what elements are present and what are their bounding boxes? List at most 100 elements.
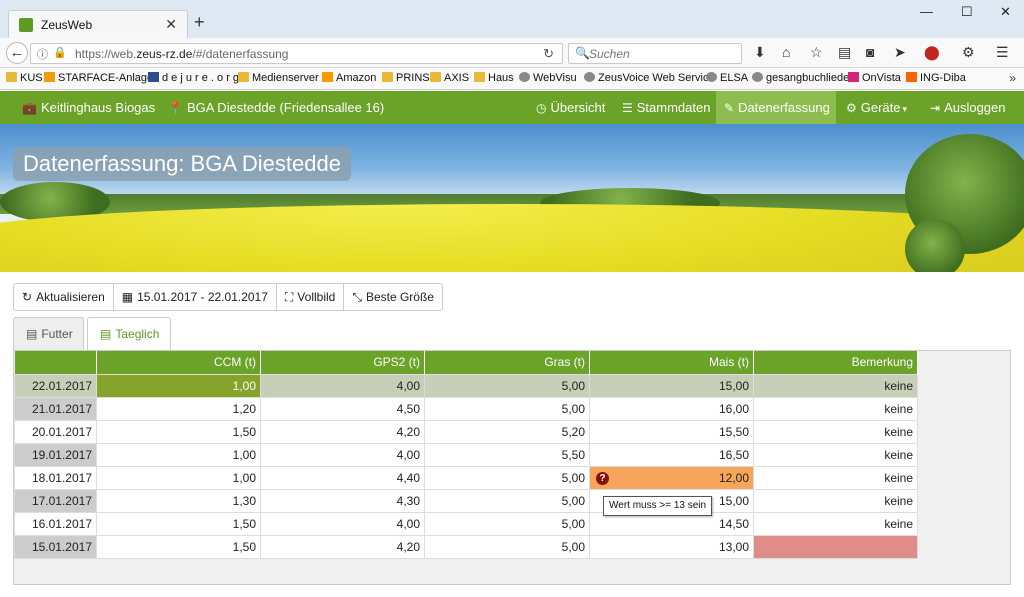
error-question-icon[interactable]: ? (596, 471, 609, 485)
info-icon[interactable]: ⓘ (37, 46, 48, 62)
cell-ccm[interactable]: 1,50 (96, 534, 261, 559)
column-header-ccm[interactable]: CCM (t) (96, 351, 261, 374)
reload-icon[interactable]: ↻ (543, 46, 554, 62)
cell-gps2[interactable]: 4,30 (260, 488, 425, 513)
back-icon[interactable]: ← (6, 42, 28, 64)
bookmark-webvisu[interactable]: WebVisu (519, 72, 577, 84)
nav-datenerfassung[interactable]: ✎ Datenerfassung (716, 91, 836, 124)
bookmark-kus[interactable]: KUS (6, 72, 43, 84)
adblock-icon[interactable]: ⬤ (924, 44, 940, 61)
close-tab-icon[interactable]: ✕ (165, 16, 177, 33)
lock-icon[interactable]: 🔒 (53, 46, 67, 59)
table-row[interactable]: 22.01.2017 1,00 4,00 5,00 15,00 keine (14, 373, 918, 398)
search-input[interactable] (589, 46, 737, 61)
column-header-mais[interactable]: Mais (t) (589, 351, 754, 374)
cell-gras[interactable]: 5,00 (424, 396, 590, 421)
cell-ccm[interactable]: 1,00 (96, 373, 261, 398)
cell-gps2[interactable]: 4,00 (260, 373, 425, 398)
maximize-icon[interactable]: ☐ (961, 4, 973, 20)
fullscreen-button[interactable]: ⛶ Vollbild (275, 283, 345, 311)
url-bar[interactable]: ⓘ 🔒 https://web.zeus-rz.de/#/datenerfass… (30, 43, 563, 64)
cell-gps2[interactable]: 4,50 (260, 396, 425, 421)
tab-futter[interactable]: ▤ Futter (13, 317, 84, 351)
cell-mais[interactable]: 15,00 (589, 373, 754, 398)
cell-ccm[interactable]: 1,00 (96, 442, 261, 467)
best-size-button[interactable]: ⤡ Beste Größe (343, 283, 443, 311)
bookmark-zeusvoice[interactable]: ZeusVoice Web Service (584, 72, 715, 84)
cell-bemerkung[interactable]: keine (753, 442, 918, 467)
url-text[interactable]: https://web.zeus-rz.de/#/datenerfassung (75, 47, 288, 61)
column-header-gps2[interactable]: GPS2 (t) (260, 351, 425, 374)
cell-mais-invalid[interactable]: ? 12,00 (589, 465, 754, 490)
cell-mais[interactable]: 16,50 (589, 442, 754, 467)
cell-bemerkung[interactable]: keine (753, 396, 918, 421)
table-row[interactable]: 18.01.2017 1,00 4,40 5,00 ? 12,00 keine (14, 465, 918, 490)
bookmark-axis[interactable]: AXIS (430, 72, 469, 84)
bookmark-elsa[interactable]: ELSA (706, 72, 748, 84)
pocket-icon[interactable]: ◙ (866, 44, 874, 60)
cell-bemerkung[interactable]: keine (753, 488, 918, 513)
table-row[interactable]: 16.01.2017 1,50 4,00 5,00 14,50 keine (14, 511, 918, 536)
nav-uebersicht[interactable]: ◷ Übersicht (528, 91, 613, 124)
cell-gps2[interactable]: 4,40 (260, 465, 425, 490)
column-header-gras[interactable]: Gras (t) (424, 351, 590, 374)
refresh-button[interactable]: ↻ Aktualisieren (13, 283, 114, 311)
nav-geraete[interactable]: ⚙ Geräte ▾ (838, 91, 915, 124)
table-row[interactable]: 17.01.2017 1,30 4,30 5,00 15,00 keine (14, 488, 918, 513)
column-header-bemerkung[interactable]: Bemerkung (753, 351, 918, 374)
bookmark-ingdiba[interactable]: ING-Diba (906, 72, 966, 84)
cell-bemerkung[interactable]: keine (753, 373, 918, 398)
search-bar[interactable]: 🔍 (568, 43, 742, 64)
cell-gras[interactable]: 5,20 (424, 419, 590, 444)
cell-ccm[interactable]: 1,50 (96, 419, 261, 444)
cell-gras[interactable]: 5,00 (424, 373, 590, 398)
menu-icon[interactable]: ☰ (996, 44, 1009, 61)
cell-ccm[interactable]: 1,50 (96, 511, 261, 536)
table-row[interactable]: 20.01.2017 1,50 4,20 5,20 15,50 keine (14, 419, 918, 444)
new-tab-icon[interactable]: + (194, 12, 205, 33)
company-link[interactable]: 💼 Keitlinghaus Biogas (14, 91, 163, 124)
bookmark-onvista[interactable]: OnVista (848, 72, 901, 84)
table-row[interactable]: 21.01.2017 1,20 4,50 5,00 16,00 keine (14, 396, 918, 421)
minimize-icon[interactable]: — (920, 4, 933, 19)
cell-gras[interactable]: 5,00 (424, 534, 590, 559)
cell-bemerkung[interactable]: keine (753, 465, 918, 490)
send-icon[interactable]: ➤ (894, 44, 906, 61)
bookmark-star-icon[interactable]: ☆ (810, 44, 823, 61)
date-range-button[interactable]: ▦ 15.01.2017 - 22.01.2017 (112, 283, 277, 311)
cell-mais[interactable]: 13,00 (589, 534, 754, 559)
cell-bemerkung-missing[interactable] (753, 534, 918, 559)
bookmark-amazon[interactable]: Amazon (322, 72, 376, 84)
reader-icon[interactable]: ▤ (838, 44, 851, 61)
cell-bemerkung[interactable]: keine (753, 511, 918, 536)
cell-gps2[interactable]: 4,20 (260, 419, 425, 444)
bookmark-medienserver[interactable]: Medienserver (238, 72, 319, 84)
browser-tab[interactable]: ZeusWeb ✕ (8, 10, 188, 38)
cell-bemerkung[interactable]: keine (753, 419, 918, 444)
more-bookmarks-icon[interactable]: » (1009, 71, 1016, 85)
cell-mais[interactable]: 15,50 (589, 419, 754, 444)
extension-icon[interactable]: ⚙ (962, 44, 975, 61)
cell-gras[interactable]: 5,00 (424, 511, 590, 536)
bookmark-dejure[interactable]: d e j u r e . o r g (148, 72, 239, 84)
bookmark-gesangbuchlieder[interactable]: gesangbuchlieder (752, 72, 853, 84)
table-row[interactable]: 15.01.2017 1,50 4,20 5,00 13,00 (14, 534, 918, 559)
cell-gps2[interactable]: 4,00 (260, 511, 425, 536)
site-link[interactable]: 📍 BGA Diestedde (Friedensallee 16) (160, 91, 392, 124)
home-icon[interactable]: ⌂ (782, 44, 790, 60)
close-window-icon[interactable]: ✕ (1000, 4, 1011, 20)
cell-gras[interactable]: 5,00 (424, 488, 590, 513)
download-icon[interactable]: ⬇ (754, 44, 766, 61)
tab-taeglich[interactable]: ▤ Taeglich (87, 317, 171, 351)
cell-gras[interactable]: 5,50 (424, 442, 590, 467)
cell-gps2[interactable]: 4,00 (260, 442, 425, 467)
bookmark-haus[interactable]: Haus (474, 72, 514, 84)
cell-gras[interactable]: 5,00 (424, 465, 590, 490)
cell-ccm[interactable]: 1,20 (96, 396, 261, 421)
table-row[interactable]: 19.01.2017 1,00 4,00 5,50 16,50 keine (14, 442, 918, 467)
cell-mais[interactable]: 16,00 (589, 396, 754, 421)
cell-ccm[interactable]: 1,30 (96, 488, 261, 513)
bookmark-starface[interactable]: STARFACE-Anlage (44, 72, 153, 84)
nav-stammdaten[interactable]: ☰ Stammdaten (614, 91, 718, 124)
cell-gps2[interactable]: 4,20 (260, 534, 425, 559)
